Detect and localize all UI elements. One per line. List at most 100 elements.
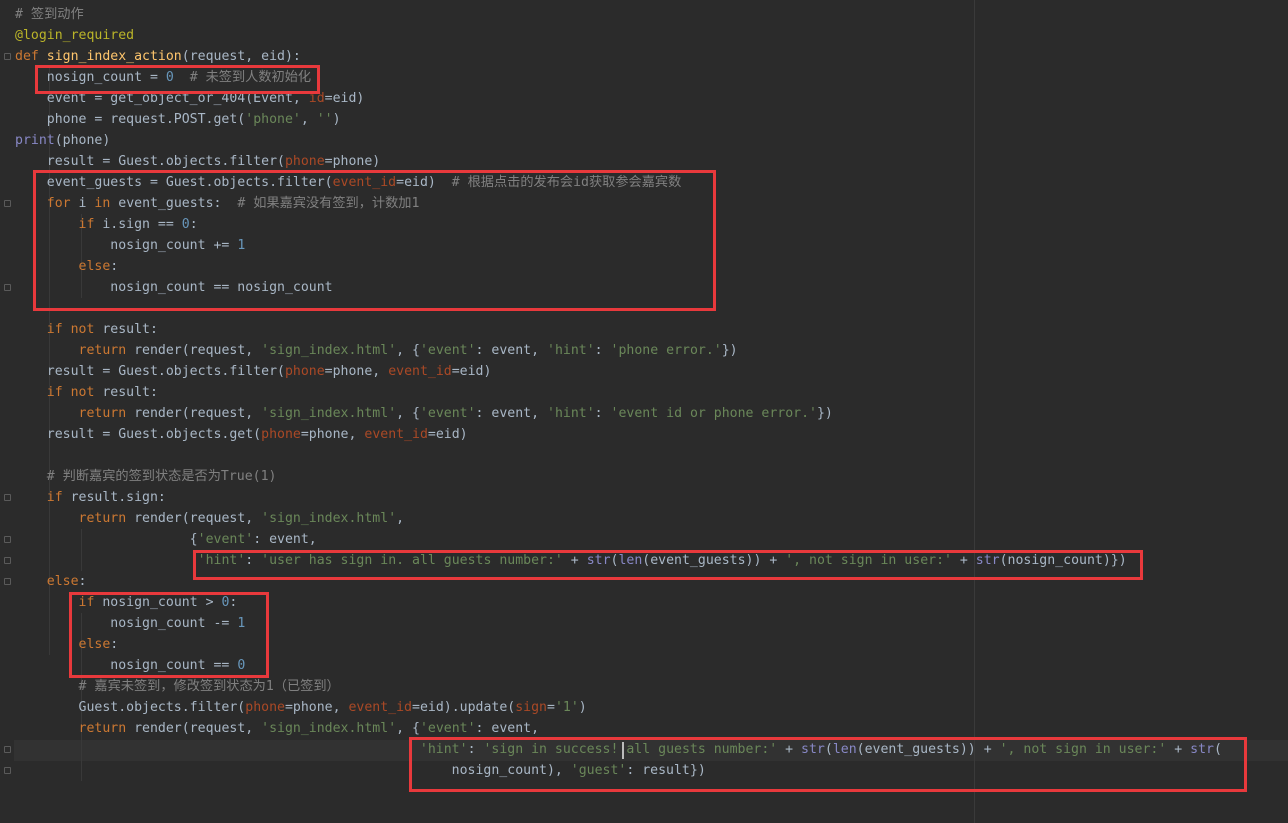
code-line[interactable]: @login_required bbox=[15, 25, 1222, 46]
code-token: 'event' bbox=[419, 406, 476, 421]
code-token: result = Guest.objects.get( bbox=[15, 427, 262, 442]
code-token: 'event id or phone error.' bbox=[610, 406, 817, 421]
code-token: # 签到动作 bbox=[15, 7, 84, 22]
code-token: render(request, bbox=[134, 406, 262, 421]
code-token: Guest.objects.filter( bbox=[15, 700, 246, 715]
code-token: 'event' bbox=[419, 343, 476, 358]
code-token: return bbox=[78, 343, 135, 358]
code-token: if not bbox=[46, 322, 103, 337]
code-token: : bbox=[78, 574, 87, 589]
code-token: =eid) bbox=[451, 364, 492, 379]
annotation-box-success-hint bbox=[409, 737, 1247, 792]
code-token: }) bbox=[721, 343, 738, 358]
code-token: sign bbox=[515, 700, 547, 715]
code-token: 'sign_index.html' bbox=[261, 406, 397, 421]
code-token: 'sign_index.html' bbox=[261, 511, 397, 526]
code-token: { bbox=[15, 532, 198, 547]
code-token: : event, bbox=[253, 532, 317, 547]
code-token: phone bbox=[261, 427, 301, 442]
code-token: if bbox=[46, 490, 71, 505]
code-token: : bbox=[594, 343, 611, 358]
code-token: # 判断嘉宾的签到状态是否为True(1) bbox=[46, 469, 277, 484]
code-token: print bbox=[15, 133, 55, 148]
code-token: else bbox=[46, 574, 79, 589]
code-token: =phone, bbox=[324, 364, 389, 379]
code-token: render(request, bbox=[134, 721, 262, 736]
code-token: , bbox=[396, 511, 405, 526]
code-line[interactable]: # 判断嘉宾的签到状态是否为True(1) bbox=[15, 466, 1222, 487]
code-line[interactable]: if result.sign: bbox=[15, 487, 1222, 508]
code-token: phone bbox=[245, 700, 285, 715]
code-token: event_id bbox=[348, 700, 413, 715]
code-token: , { bbox=[396, 343, 420, 358]
code-token: 'phone' bbox=[245, 112, 301, 127]
code-token: 'hint' bbox=[547, 406, 595, 421]
fold-marker-icon[interactable] bbox=[4, 578, 11, 585]
code-line[interactable]: return render(request, 'sign_index.html'… bbox=[15, 718, 1222, 739]
code-line[interactable]: return render(request, 'sign_index.html'… bbox=[15, 508, 1222, 529]
code-line[interactable]: {'event': event, bbox=[15, 529, 1222, 550]
code-token: , { bbox=[396, 406, 420, 421]
code-token: result = Guest.objects.filter( bbox=[15, 154, 285, 169]
code-token: @login_required bbox=[15, 28, 135, 43]
code-token: (request, eid): bbox=[181, 49, 301, 64]
code-token: return bbox=[78, 721, 135, 736]
code-line[interactable]: result = Guest.objects.filter(phone=phon… bbox=[15, 151, 1222, 172]
fold-marker-icon[interactable] bbox=[4, 494, 11, 501]
code-line[interactable]: result = Guest.objects.get(phone=phone, … bbox=[15, 424, 1222, 445]
code-token: phone bbox=[284, 154, 325, 169]
code-token: =phone, bbox=[284, 700, 349, 715]
fold-marker-icon[interactable] bbox=[4, 746, 11, 753]
code-token: : event, bbox=[475, 343, 548, 358]
code-token: phone = request.POST.get( bbox=[15, 112, 246, 127]
code-token: event_id bbox=[364, 427, 428, 442]
code-line[interactable]: Guest.objects.filter(phone=phone, event_… bbox=[15, 697, 1222, 718]
code-line[interactable]: if not result: bbox=[15, 382, 1222, 403]
code-token: =eid) bbox=[324, 91, 365, 106]
code-line[interactable]: if not result: bbox=[15, 319, 1222, 340]
code-line[interactable]: def sign_index_action(request, eid): bbox=[15, 46, 1222, 67]
fold-marker-icon[interactable] bbox=[4, 536, 11, 543]
code-token: =phone) bbox=[324, 154, 381, 169]
fold-marker-icon[interactable] bbox=[4, 200, 11, 207]
code-line[interactable]: # 嘉宾未签到，修改签到状态为1（已签到） bbox=[15, 676, 1222, 697]
code-token: event_id bbox=[388, 364, 452, 379]
code-token: return bbox=[78, 511, 135, 526]
code-token: =phone, bbox=[300, 427, 365, 442]
code-token: : event, bbox=[475, 721, 540, 736]
fold-marker-icon[interactable] bbox=[4, 53, 11, 60]
fold-marker-icon[interactable] bbox=[4, 767, 11, 774]
code-token: sign_index_action bbox=[46, 49, 182, 64]
code-token: def bbox=[15, 49, 47, 64]
code-line[interactable]: # 签到动作 bbox=[15, 4, 1222, 25]
code-line[interactable]: print(phone) bbox=[15, 130, 1222, 151]
fold-gutter bbox=[0, 0, 14, 823]
code-editor[interactable]: # 签到动作 @login_requireddef sign_index_acti… bbox=[0, 0, 1288, 823]
fold-marker-icon[interactable] bbox=[4, 557, 11, 564]
code-token: result = Guest.objects.filter( bbox=[15, 364, 285, 379]
code-line[interactable]: result = Guest.objects.filter(phone=phon… bbox=[15, 361, 1222, 382]
code-token: return bbox=[78, 406, 135, 421]
code-line[interactable]: return render(request, 'sign_index.html'… bbox=[15, 340, 1222, 361]
code-token: render(request, bbox=[134, 511, 262, 526]
code-token: = bbox=[547, 700, 555, 715]
code-token: , bbox=[300, 112, 317, 127]
code-line[interactable]: phone = request.POST.get('phone', '') bbox=[15, 109, 1222, 130]
annotation-box-count-loop bbox=[33, 170, 716, 311]
code-token: result: bbox=[102, 385, 158, 400]
code-line[interactable]: return render(request, 'sign_index.html'… bbox=[15, 403, 1222, 424]
fold-marker-icon[interactable] bbox=[4, 284, 11, 291]
code-line[interactable] bbox=[15, 445, 1222, 466]
code-token: : bbox=[594, 406, 611, 421]
code-token: render(request, bbox=[134, 343, 262, 358]
